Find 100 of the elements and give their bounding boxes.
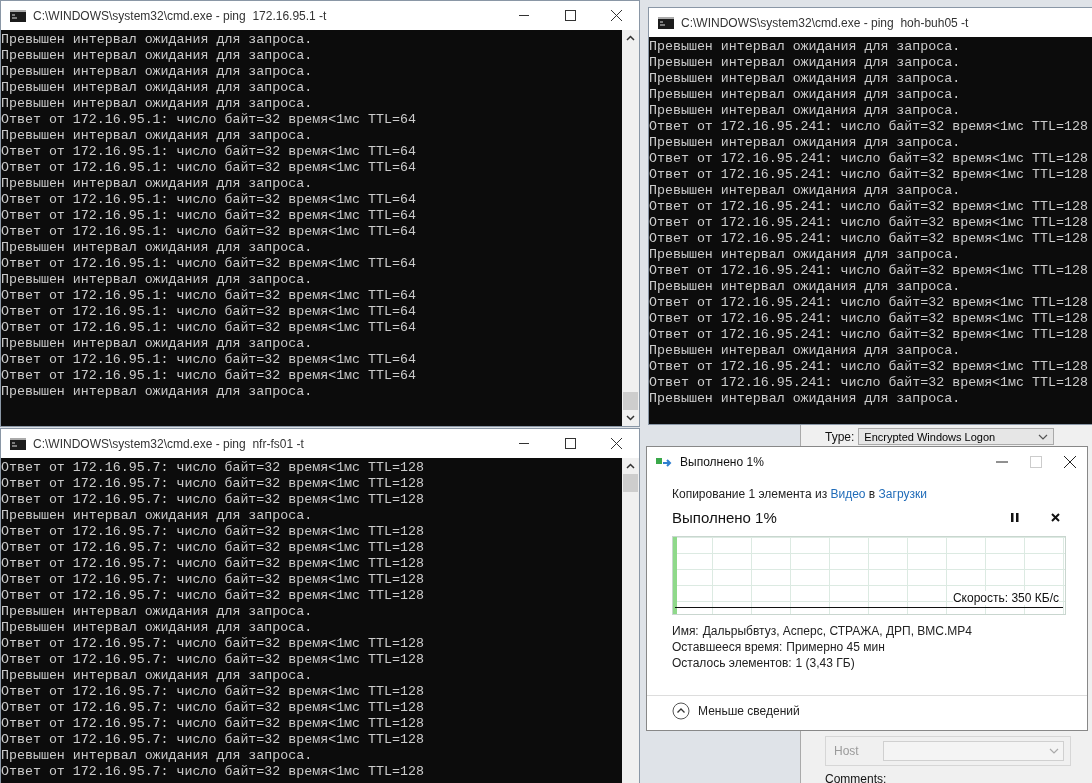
console-line: Превышен интервал ожидания для запроса. (1, 604, 314, 620)
window-title: C:\WINDOWS\system32\cmd.exe - ping 172.16.95.1 -t (33, 8, 327, 23)
console-line: Ответ от 172.16.95.1: число байт=32 время<1мс TTL=64 (1, 304, 417, 320)
pause-icon (1011, 512, 1019, 522)
console-line: Превышен интервал ожидания для запроса. (649, 71, 962, 87)
type-dropdown[interactable]: Encrypted Windows Logon (858, 428, 1055, 445)
scrollbar[interactable] (622, 30, 639, 426)
chevron-up-icon[interactable] (626, 35, 635, 41)
maximize-icon (564, 438, 576, 449)
detail-value: Дальрыбвтуз, Асперс, СТРАЖА, ДРП, ВМС.MP4 (702, 624, 973, 639)
console-line: Ответ от 172.16.95.241: число байт=32 время<1мс TTL=128 (649, 167, 1089, 183)
console-line: Ответ от 172.16.95.1: число байт=32 время<1мс TTL=64 (1, 144, 417, 160)
console-line: Превышен интервал ожидания для запроса. (649, 343, 962, 359)
console-line: Превышен интервал ожидания для запроса. (649, 279, 962, 295)
host-label: Host (834, 744, 859, 758)
console-line: Превышен интервал ожидания для запроса. (1, 48, 314, 64)
console-line: Ответ от 172.16.95.241: число байт=32 время<1мс TTL=128 (649, 295, 1089, 311)
console-line: Ответ от 172.16.95.1: число байт=32 время<1мс TTL=64 (1, 208, 417, 224)
host-dropdown[interactable] (882, 741, 1064, 761)
console-line: Превышен интервал ожидания для запроса. (1, 508, 314, 524)
maximize-icon (564, 10, 576, 21)
console-line: Ответ от 172.16.95.241: число байт=32 время<1мс TTL=128 (649, 263, 1089, 279)
console-line: Ответ от 172.16.95.7: число байт=32 время<1мс TTL=128 (1, 684, 425, 700)
console-line: Ответ от 172.16.95.7: число байт=32 время<1мс TTL=128 (1, 476, 425, 492)
console-line: Превышен интервал ожидания для запроса. (649, 135, 962, 151)
console-line: Превышен интервал ожидания для запроса. (1, 96, 314, 112)
console-line: Превышен интервал ожидания для запроса. (649, 55, 962, 71)
scroll-thumb[interactable] (623, 392, 638, 410)
console-line: Превышен интервал ожидания для запроса. (1, 240, 314, 256)
details-toggle[interactable]: Меньше сведений (672, 702, 800, 720)
console-line: Ответ от 172.16.95.7: число байт=32 время<1мс TTL=128 (1, 652, 425, 668)
console-line: Ответ от 172.16.95.241: число байт=32 время<1мс TTL=128 (649, 327, 1089, 343)
detail-value: 1 (3,43 ГБ) (795, 656, 855, 671)
copy-icon (656, 456, 674, 468)
console-line: Превышен интервал ожидания для запроса. (1, 620, 314, 636)
type-label: Type: (825, 429, 855, 444)
chevron-icon (1038, 433, 1049, 440)
console-line: Ответ от 172.16.95.1: число байт=32 время<1мс TTL=64 (1, 192, 417, 208)
console-line: Ответ от 172.16.95.7: число байт=32 время<1мс TTL=128 (1, 716, 425, 732)
console-line: Ответ от 172.16.95.241: число байт=32 время<1мс TTL=128 (649, 215, 1089, 231)
window-title: C:\WINDOWS\system32\cmd.exe - ping hoh-buh05 -t (681, 15, 969, 30)
chevron-down-icon[interactable] (626, 415, 635, 421)
close-icon (1064, 456, 1076, 468)
detail-label: Оставшееся время: (672, 640, 783, 655)
console-icon (10, 9, 26, 22)
console-line: Ответ от 172.16.95.7: число байт=32 время<1мс TTL=128 (1, 540, 425, 556)
console-line: Превышен интервал ожидания для запроса. (1, 748, 314, 764)
console-line: Превышен интервал ожидания для запроса. (649, 391, 962, 407)
window-title: C:\WINDOWS\system32\cmd.exe - ping nfr-fs01 -t (33, 436, 304, 451)
console-line: Ответ от 172.16.95.1: число байт=32 время<1мс TTL=64 (1, 352, 417, 368)
console-line: Ответ от 172.16.95.7: число байт=32 время<1мс TTL=128 (1, 524, 425, 540)
console-line: Ответ от 172.16.95.1: число байт=32 время<1мс TTL=64 (1, 224, 417, 240)
console-line: Ответ от 172.16.95.7: число байт=32 время<1мс TTL=128 (1, 460, 425, 476)
detail-label: Осталось элементов: (672, 656, 792, 671)
cancel-icon (1050, 512, 1060, 522)
console-line: Превышен интервал ожидания для запроса. (1, 80, 314, 96)
console-line: Превышен интервал ожидания для запроса. (1, 128, 314, 144)
progress-heading: Выполнено 1% (672, 508, 778, 526)
console-icon (10, 437, 26, 450)
console-line: Превышен интервал ожидания для запроса. (649, 247, 962, 263)
console-line: Ответ от 172.16.95.241: число байт=32 время<1мс TTL=128 (649, 375, 1089, 391)
console-line: Ответ от 172.16.95.7: число байт=32 время<1мс TTL=128 (1, 556, 425, 572)
console-line: Ответ от 172.16.95.241: число байт=32 время<1мс TTL=128 (649, 311, 1089, 327)
console-line: Ответ от 172.16.95.241: число байт=32 время<1мс TTL=128 (649, 151, 1089, 167)
console-line: Превышен интервал ожидания для запроса. (1, 384, 314, 400)
console-line: Ответ от 172.16.95.241: число байт=32 время<1мс TTL=128 (649, 119, 1089, 135)
console-line: Превышен интервал ожидания для запроса. (1, 176, 314, 192)
console-line: Ответ от 172.16.95.7: число байт=32 время<1мс TTL=128 (1, 732, 425, 748)
close-icon (610, 10, 622, 21)
console-line: Превышен интервал ожидания для запроса. (1, 32, 314, 48)
source-link[interactable]: Видео (830, 487, 866, 501)
console-line: Ответ от 172.16.95.1: число байт=32 время<1мс TTL=64 (1, 160, 417, 176)
close-icon (610, 438, 622, 449)
speed-label: Скорость: 350 КБ/с (952, 591, 1059, 605)
console-line: Превышен интервал ожидания для запроса. (1, 64, 314, 80)
console-line: Ответ от 172.16.95.7: число байт=32 время<1мс TTL=128 (1, 588, 425, 604)
console-line: Ответ от 172.16.95.241: число байт=32 время<1мс TTL=128 (649, 231, 1089, 247)
console-line: Превышен интервал ожидания для запроса. (1, 668, 314, 684)
maximize-icon (1030, 456, 1042, 468)
console-line: Ответ от 172.16.95.7: число байт=32 время<1мс TTL=128 (1, 492, 425, 508)
chevron-icon (1049, 748, 1059, 754)
console-line: Ответ от 172.16.95.1: число байт=32 время<1мс TTL=64 (1, 112, 417, 128)
console-line: Превышен интервал ожидания для запроса. (1, 272, 314, 288)
console-line: Ответ от 172.16.95.1: число байт=32 время<1мс TTL=64 (1, 368, 417, 384)
comments-label: Comments: (825, 772, 888, 783)
console-line: Ответ от 172.16.95.1: число байт=32 время<1мс TTL=64 (1, 256, 417, 272)
console-line: Превышен интервал ожидания для запроса. (649, 39, 962, 55)
console-line: Ответ от 172.16.95.1: число байт=32 время<1мс TTL=64 (1, 288, 417, 304)
console-line: Превышен интервал ожидания для запроса. (1, 336, 314, 352)
console-line: Ответ от 172.16.95.1: число байт=32 время<1мс TTL=64 (1, 320, 417, 336)
console-line: Ответ от 172.16.95.7: число байт=32 время<1мс TTL=128 (1, 636, 425, 652)
scrollbar[interactable] (622, 458, 639, 783)
target-link[interactable]: Загрузки (878, 487, 927, 501)
console-icon (658, 16, 674, 29)
console-line: Превышен интервал ожидания для запроса. (649, 87, 962, 103)
console-line: Ответ от 172.16.95.241: число байт=32 время<1мс TTL=128 (649, 359, 1089, 375)
scroll-thumb[interactable] (623, 474, 638, 492)
console-line: Превышен интервал ожидания для запроса. (649, 103, 962, 119)
console-line: Ответ от 172.16.95.241: число байт=32 время<1мс TTL=128 (649, 199, 1089, 215)
chevron-up-icon[interactable] (626, 463, 635, 469)
